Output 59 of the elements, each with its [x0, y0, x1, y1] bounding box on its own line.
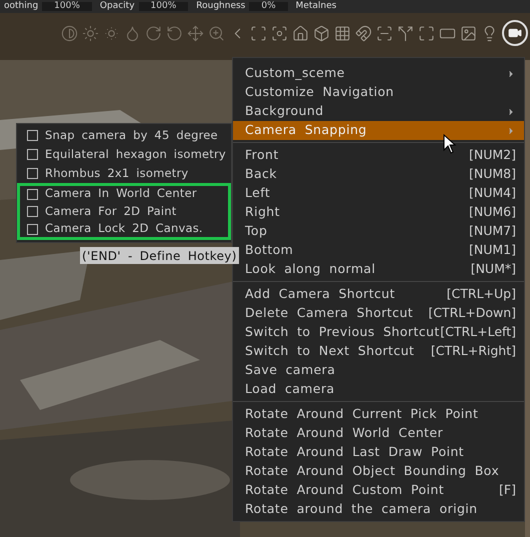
menu-item[interactable]: Right [NUM6]	[233, 203, 524, 222]
grid-icon[interactable]	[334, 24, 351, 42]
menu-item[interactable]: Rotate Around Custom Point [F]	[233, 481, 524, 500]
checkbox-item[interactable]: Rhombus 2x1 isometry	[17, 164, 231, 183]
menu-item[interactable]: Save camera	[233, 361, 524, 380]
checkbox[interactable]	[27, 206, 38, 217]
menu-item[interactable]: Rotate Around Last Draw Point	[233, 443, 524, 462]
rotate-back-icon[interactable]	[166, 24, 183, 42]
checkbox-item[interactable]: Camera For 2D Paint	[17, 202, 231, 221]
menu-item[interactable]: Top [NUM7]	[233, 222, 524, 241]
magnet-icon[interactable]	[355, 24, 372, 42]
hotkey-tooltip: ('END' - Define Hotkey)	[80, 247, 239, 264]
menu-item[interactable]: Rotate Around Object Bounding Box	[233, 462, 524, 481]
checkbox[interactable]	[27, 149, 38, 160]
menu-item[interactable]: Custom_sceme	[233, 64, 524, 83]
checkbox[interactable]	[27, 188, 38, 200]
checkbox[interactable]	[27, 168, 38, 179]
focus-icon[interactable]	[271, 24, 288, 42]
image-icon[interactable]	[460, 24, 477, 42]
sun-icon[interactable]	[82, 24, 99, 42]
menu-item[interactable]: Rotate Around Current Pick Point	[233, 405, 524, 424]
home-icon[interactable]	[292, 24, 309, 42]
cube-icon[interactable]	[313, 24, 330, 42]
field-label: Metalnes	[296, 2, 336, 11]
menu-item[interactable]: Customize Navigation	[233, 83, 524, 102]
checkbox[interactable]	[27, 130, 38, 141]
camera-button[interactable]	[502, 20, 528, 46]
checkbox-item[interactable]: Camera Lock 2D Canvas.	[17, 221, 231, 240]
menu-item[interactable]: Add Camera Shortcut [CTRL+Up]	[233, 285, 524, 304]
field-label: Roughness	[196, 2, 246, 11]
frame-icon[interactable]	[250, 24, 267, 42]
menu-item[interactable]: Front [NUM2]	[233, 146, 524, 165]
menu-item[interactable]: Switch to Previous Shortcut[CTRL+Left]	[233, 323, 524, 342]
fullscreen-icon[interactable]	[418, 24, 435, 42]
menu-item[interactable]: Left [NUM4]	[233, 184, 524, 203]
menu-item[interactable]: Back [NUM8]	[233, 165, 524, 184]
menu-item[interactable]: Load camera	[233, 380, 524, 399]
field-label: oothing	[4, 2, 38, 11]
field-label: Opacity	[100, 2, 135, 11]
drop-icon[interactable]	[124, 24, 141, 42]
value-field[interactable]: 100%	[42, 2, 92, 11]
menu-item[interactable]: Rotate around the camera origin	[233, 500, 524, 519]
zoom-icon[interactable]	[208, 24, 225, 42]
checkbox-item[interactable]: Equilateral hexagon isometry	[17, 145, 231, 164]
move-icon[interactable]	[187, 24, 204, 42]
rotate-icon[interactable]	[145, 24, 162, 42]
menu-item[interactable]: Background	[233, 102, 524, 121]
menu-item[interactable]: Rotate Around World Center	[233, 424, 524, 443]
menu-item[interactable]: Delete Camera Shortcut [CTRL+Down]	[233, 304, 524, 323]
menu-item[interactable]: Camera Snapping	[233, 121, 524, 140]
value-field[interactable]: 100%	[138, 2, 188, 11]
value-field[interactable]: 0%	[249, 2, 288, 11]
menu-item[interactable]: Switch to Next Shortcut [CTRL+Right]	[233, 342, 524, 361]
camera-icon	[508, 26, 522, 40]
checkbox-item[interactable]: Snap camera by 45 degree	[17, 126, 231, 145]
mouse-pointer-icon	[443, 134, 457, 154]
contrast-icon[interactable]	[61, 24, 78, 42]
checkbox-item[interactable]: Camera In World Center	[17, 183, 231, 202]
checkbox[interactable]	[27, 224, 38, 234]
